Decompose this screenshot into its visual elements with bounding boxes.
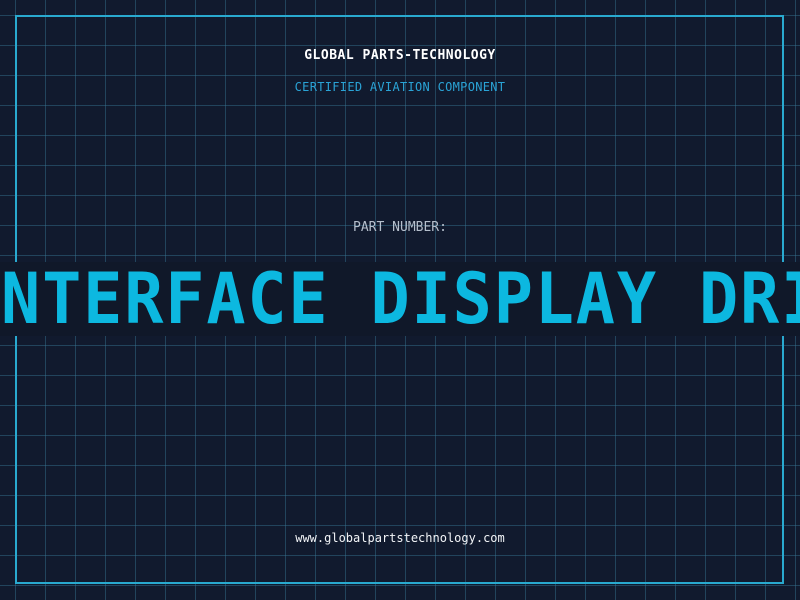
part-number-label: PART NUMBER: [353, 220, 447, 235]
part-number-value: INTERFACE DISPLAY DRIVER [0, 262, 800, 336]
company-name: GLOBAL PARTS-TECHNOLOGY [304, 48, 496, 63]
certification-label: CERTIFIED AVIATION COMPONENT [294, 80, 506, 94]
part-number-band: INTERFACE DISPLAY DRIVER [0, 262, 800, 336]
website-url: www.globalpartstechnology.com [295, 531, 505, 545]
